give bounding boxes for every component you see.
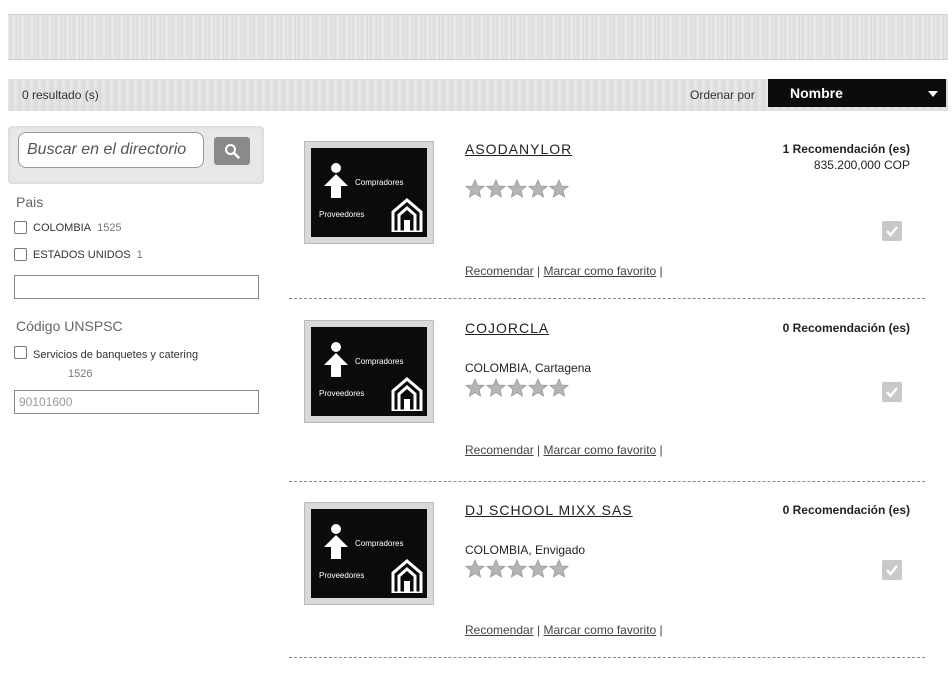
recommendations: 0 Recomendación (es) — [783, 502, 910, 518]
directory-search — [8, 126, 264, 184]
country-filter-colombia[interactable]: COLOMBIA 1525 — [14, 221, 122, 234]
select-checkbox[interactable] — [882, 560, 902, 580]
country-filter-estados-unidos[interactable]: ESTADOS UNIDOS 1 — [14, 248, 143, 261]
top-banner — [8, 14, 948, 60]
recommendations: 1 Recomendación (es) 835.200,000 COP — [783, 141, 910, 173]
unspsc-filter-option[interactable]: Servicios de banquetes y catering — [14, 346, 214, 365]
checkmark-icon — [886, 387, 898, 398]
star-icon[interactable] — [507, 179, 527, 198]
favorite-link[interactable]: Marcar como favorito — [544, 443, 657, 457]
star-icon[interactable] — [465, 179, 485, 198]
house-icon — [391, 377, 423, 411]
company-name-link[interactable]: DJ SCHOOL MIXX SAS — [465, 502, 633, 518]
sort-dropdown[interactable]: Nombre — [768, 79, 946, 107]
search-input[interactable] — [18, 132, 204, 168]
star-icon[interactable] — [549, 559, 569, 578]
logo-bottom-text: Proveedores — [319, 571, 365, 580]
star-icon[interactable] — [549, 378, 569, 397]
sort-label: Ordenar por — [690, 88, 755, 102]
recommend-link[interactable]: Recomendar — [465, 264, 534, 278]
recommendations: 0 Recomendación (es) — [783, 320, 910, 336]
logo-top-text: Compradores — [355, 539, 404, 548]
recommend-link[interactable]: Recomendar — [465, 623, 534, 637]
sort-value: Nombre — [790, 85, 843, 101]
star-icon[interactable] — [486, 179, 506, 198]
country-count: 1 — [136, 248, 143, 261]
search-button[interactable] — [214, 137, 250, 165]
star-icon[interactable] — [465, 559, 485, 578]
company-logo[interactable]: Compradores Proveedores — [304, 502, 434, 605]
star-rating[interactable] — [465, 179, 569, 198]
person-up-arrow-icon — [324, 163, 348, 198]
logo-bottom-text: Proveedores — [319, 210, 365, 219]
divider — [289, 298, 925, 299]
country-count: 1525 — [97, 221, 122, 234]
person-up-arrow-icon — [324, 524, 348, 559]
supplier-listing: Compradores Proveedores COJORCLA COLOMBI… — [304, 320, 924, 500]
recommendation-count: 0 Recomendación (es) — [782, 503, 910, 517]
compradores-proveedores-logo: Compradores Proveedores — [311, 509, 427, 598]
divider — [289, 481, 925, 482]
company-name-link[interactable]: ASODANYLOR — [465, 141, 572, 157]
listing-actions: Recomendar | Marcar como favorito | — [465, 623, 663, 637]
country-label: COLOMBIA — [33, 221, 92, 234]
listing-actions: Recomendar | Marcar como favorito | — [465, 264, 663, 278]
star-icon[interactable] — [507, 559, 527, 578]
supplier-listing: Compradores Proveedores DJ SCHOOL MIXX S… — [304, 502, 924, 682]
select-checkbox[interactable] — [882, 382, 902, 402]
listing-actions: Recomendar | Marcar como favorito | — [465, 443, 663, 457]
star-icon[interactable] — [465, 378, 485, 397]
compradores-proveedores-logo: Compradores Proveedores — [311, 327, 427, 416]
country-field[interactable] — [14, 275, 259, 299]
country-label: ESTADOS UNIDOS — [33, 248, 131, 261]
checkmark-icon — [886, 565, 898, 576]
unspsc-option-label: Servicios de banquetes y catering — [33, 349, 199, 361]
recommendation-count: 0 Recomendación (es) — [782, 321, 910, 335]
recommend-link[interactable]: Recomendar — [465, 443, 534, 457]
star-icon[interactable] — [507, 378, 527, 397]
favorite-link[interactable]: Marcar como favorito — [544, 623, 657, 637]
star-icon[interactable] — [486, 559, 506, 578]
company-logo[interactable]: Compradores Proveedores — [304, 141, 434, 244]
supplier-listing: Compradores Proveedores ASODANYLOR 1 Rec… — [304, 141, 924, 321]
star-rating[interactable] — [465, 559, 569, 578]
results-toolbar: 0 resultado (s) Ordenar por Nombre — [8, 79, 948, 111]
logo-top-text: Compradores — [355, 178, 404, 187]
house-icon — [391, 198, 423, 232]
unspsc-heading: Código UNSPSC — [16, 318, 123, 334]
search-icon — [225, 144, 240, 159]
checkbox[interactable] — [14, 221, 27, 234]
checkmark-icon — [886, 226, 898, 237]
company-location: COLOMBIA, Envigado — [465, 543, 586, 557]
select-checkbox[interactable] — [882, 221, 902, 241]
star-icon[interactable] — [549, 179, 569, 198]
company-name-link[interactable]: COJORCLA — [465, 320, 549, 336]
country-heading: Pais — [16, 194, 44, 210]
star-icon[interactable] — [528, 378, 548, 397]
unspsc-count-row: 1526 — [62, 368, 92, 380]
unspsc-field[interactable] — [14, 390, 259, 414]
divider — [289, 657, 925, 658]
amount: 835.200,000 COP — [813, 158, 910, 172]
company-logo[interactable]: Compradores Proveedores — [304, 320, 434, 423]
results-count: 0 resultado (s) — [22, 88, 99, 102]
checkbox[interactable] — [14, 346, 27, 359]
chevron-down-icon — [928, 91, 938, 97]
logo-bottom-text: Proveedores — [319, 389, 365, 398]
favorite-link[interactable]: Marcar como favorito — [544, 264, 657, 278]
compradores-proveedores-logo: Compradores Proveedores — [311, 148, 427, 237]
recommendation-count: 1 Recomendación (es) — [782, 142, 910, 156]
checkbox[interactable] — [14, 248, 27, 261]
unspsc-option-count: 1526 — [68, 368, 93, 380]
star-icon[interactable] — [528, 559, 548, 578]
star-rating[interactable] — [465, 378, 569, 397]
star-icon[interactable] — [486, 378, 506, 397]
star-icon[interactable] — [528, 179, 548, 198]
house-icon — [391, 559, 423, 593]
logo-top-text: Compradores — [355, 357, 404, 366]
company-location: COLOMBIA, Cartagena — [465, 361, 592, 375]
person-up-arrow-icon — [324, 342, 348, 377]
